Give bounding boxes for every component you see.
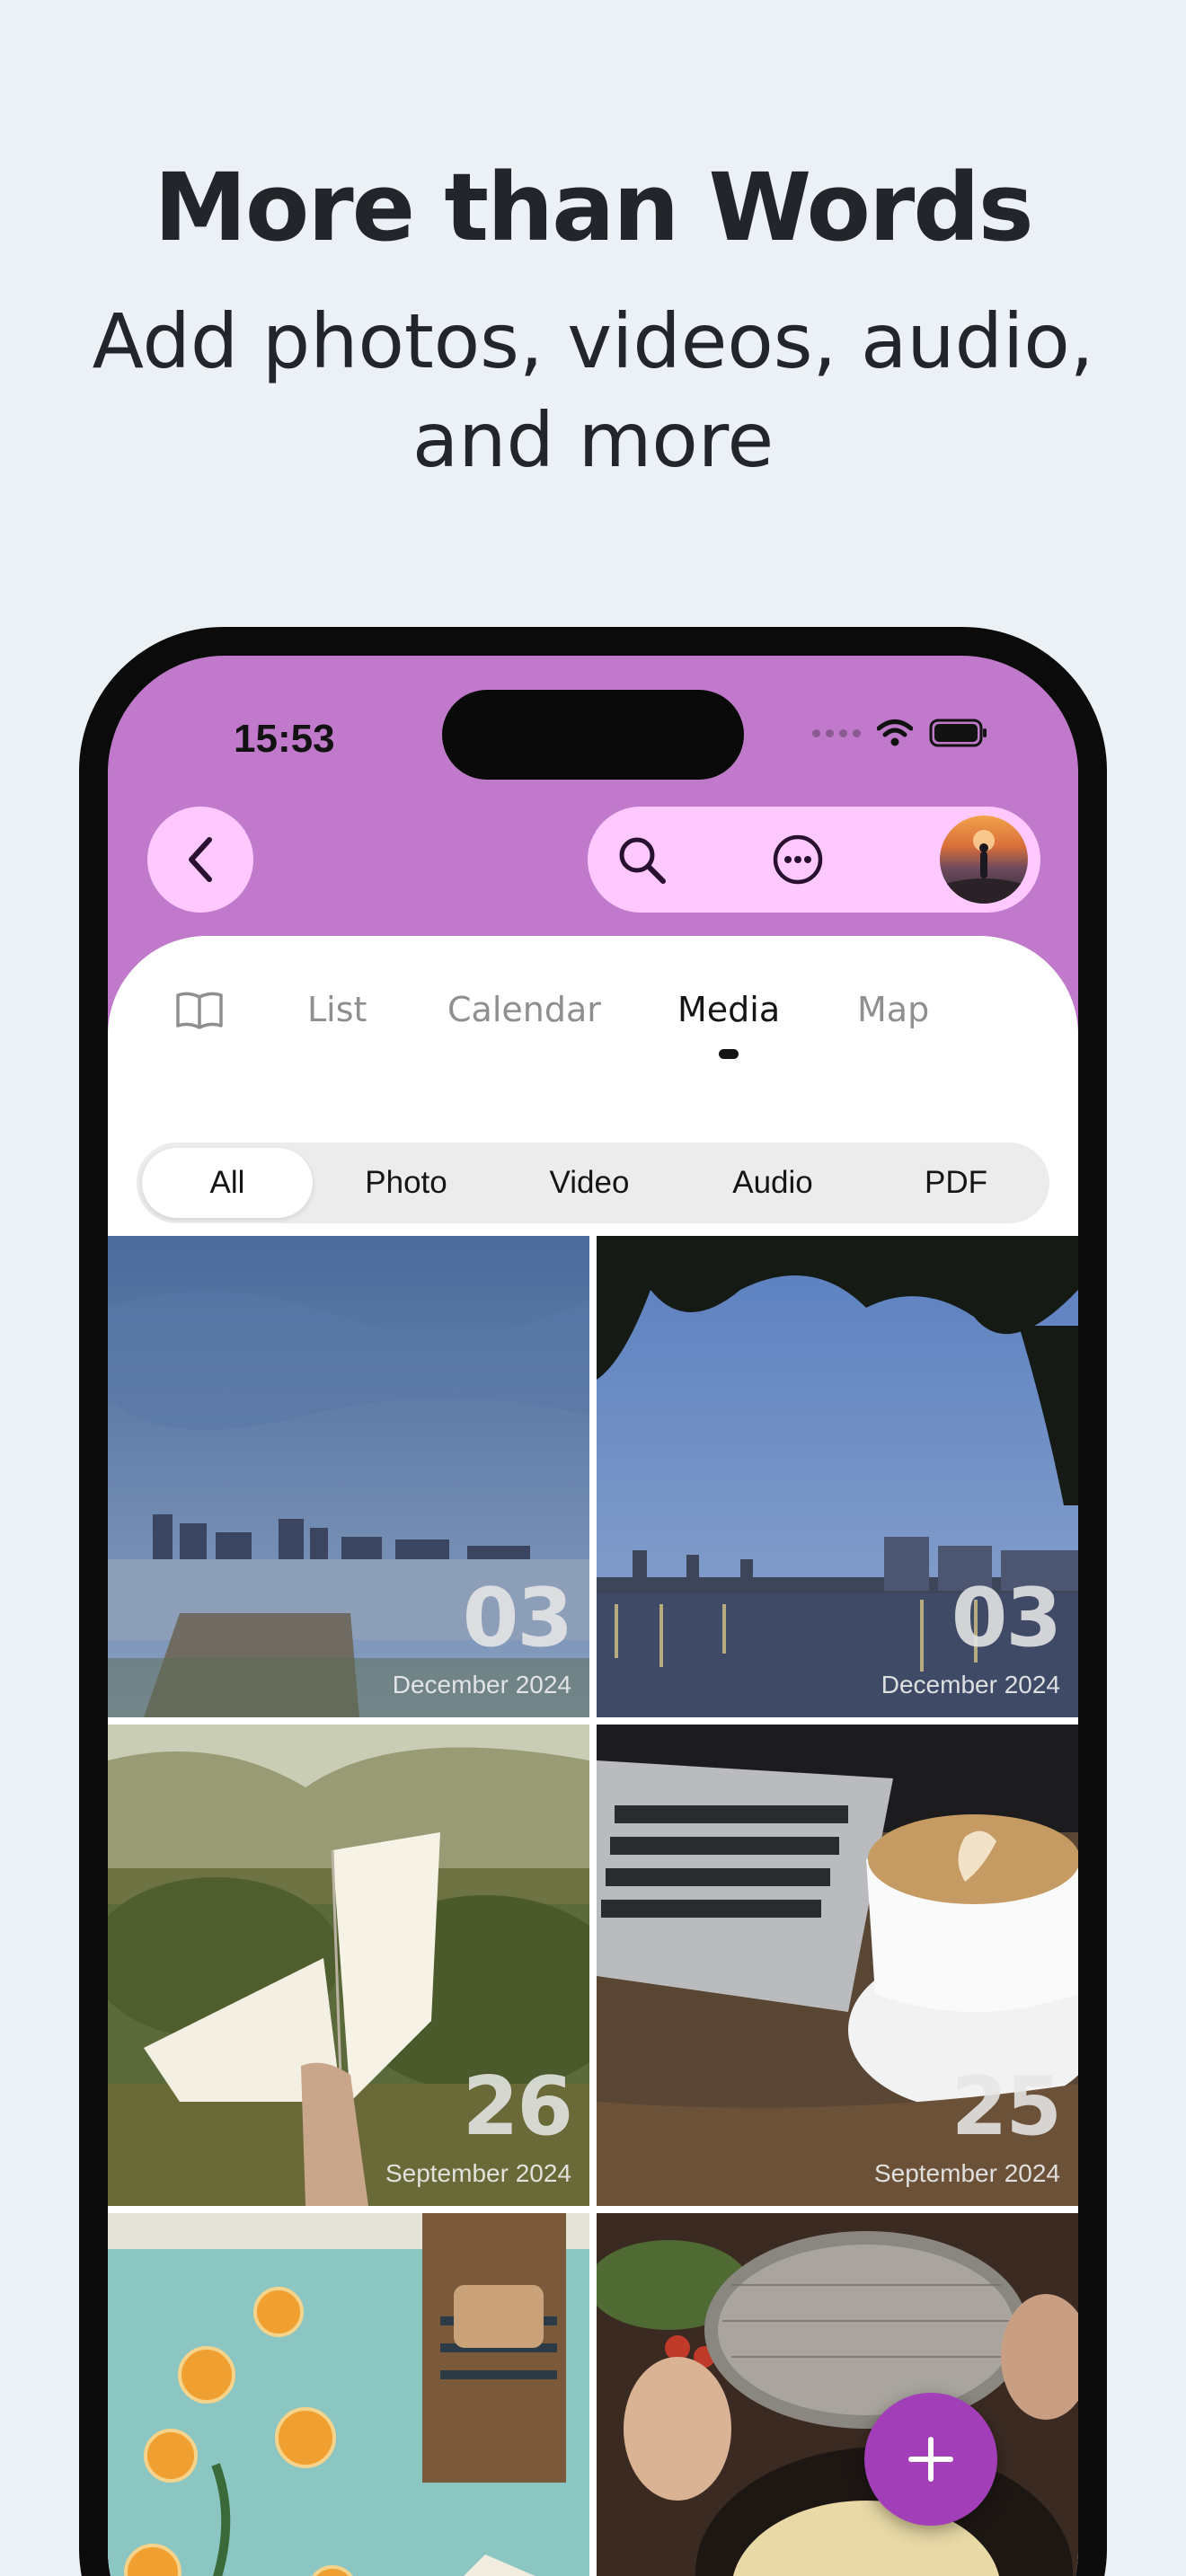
media-day: 25 [951, 2060, 1062, 2154]
media-day: 03 [462, 1571, 573, 1665]
media-thumbnail [597, 2213, 1078, 2576]
media-day: 26 [462, 2060, 573, 2154]
promo-subline: Add photos, videos, audio, and more [92, 297, 1094, 484]
add-entry-button[interactable] [864, 2393, 997, 2526]
media-tile[interactable] [108, 2213, 589, 2576]
media-tile[interactable]: 03 December 2024 [108, 1236, 589, 1717]
media-tile[interactable]: 03 December 2024 [597, 1236, 1078, 1717]
media-month: September 2024 [385, 2159, 571, 2187]
media-thumbnail [108, 2213, 589, 2576]
media-grid-clip: 03 December 2024 03 December 2024 26 Sep… [108, 656, 1078, 2576]
media-month: December 2024 [392, 1671, 571, 1698]
plus-icon [908, 2437, 953, 2482]
media-month: September 2024 [873, 2159, 1060, 2187]
promo-headline: More than Words [154, 153, 1033, 262]
media-tile[interactable] [597, 2213, 1078, 2576]
media-tile[interactable]: 26 September 2024 [108, 1725, 589, 2206]
media-day: 03 [951, 1571, 1062, 1665]
media-tile[interactable]: 25 September 2024 [597, 1725, 1078, 2206]
media-month: December 2024 [881, 1671, 1060, 1698]
